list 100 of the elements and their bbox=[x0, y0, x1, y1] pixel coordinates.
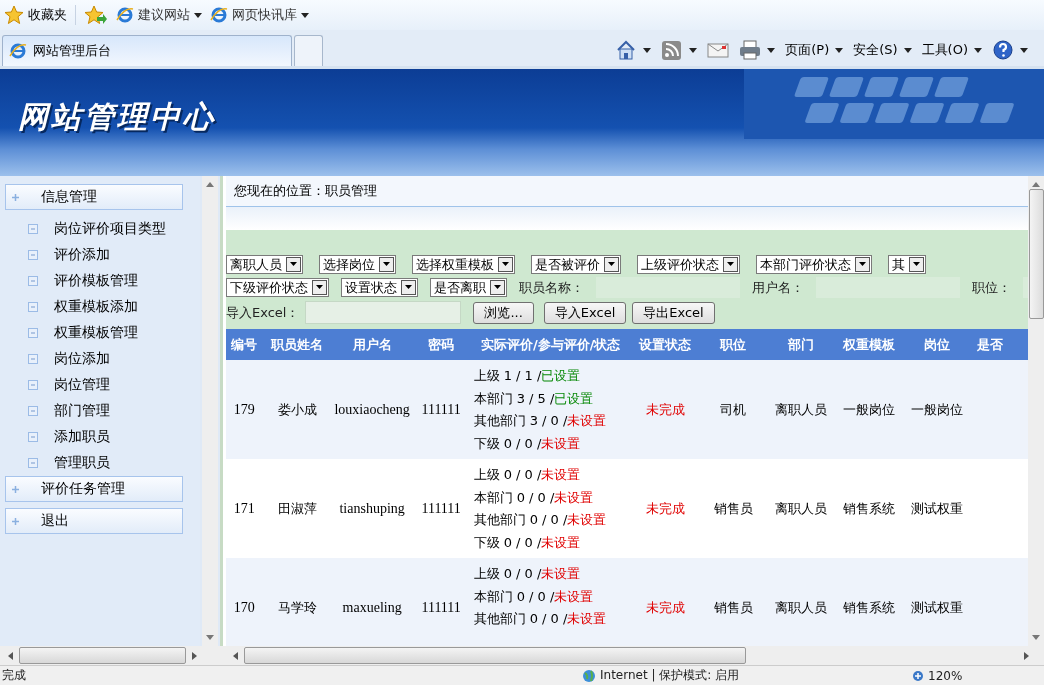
dropdown[interactable]: 选择权重模板 bbox=[412, 255, 515, 274]
caret-icon[interactable] bbox=[767, 47, 776, 53]
browser-icon bbox=[116, 6, 134, 24]
caret-icon bbox=[903, 47, 912, 53]
table-cell: 田淑萍 bbox=[262, 459, 332, 558]
dropdown[interactable]: 是否离职 bbox=[430, 278, 507, 297]
favorites-link[interactable]: 建议网站 bbox=[116, 6, 202, 24]
mail-icon[interactable] bbox=[707, 40, 730, 60]
sidebar-item[interactable]: 添加职员 bbox=[0, 424, 200, 450]
sidebar-item[interactable]: 权重模板添加 bbox=[0, 294, 200, 320]
evaluation-status: 未设置 bbox=[541, 566, 581, 581]
dropdown[interactable]: 选择岗位 bbox=[319, 255, 396, 274]
add-favorite-icon[interactable] bbox=[84, 5, 108, 25]
evaluation-status: 未设置 bbox=[567, 512, 607, 527]
caret-icon bbox=[604, 257, 619, 272]
status-text: 完成 bbox=[1, 667, 27, 684]
column-header: 岗位 bbox=[903, 329, 971, 360]
sidebar-item[interactable]: 权重模板管理 bbox=[0, 320, 200, 346]
sidebar-item[interactable]: 管理职员 bbox=[0, 450, 200, 476]
dropdown[interactable]: 设置状态 bbox=[341, 278, 418, 297]
sidebar-item[interactable]: 岗位管理 bbox=[0, 372, 200, 398]
new-tab-button[interactable] bbox=[294, 35, 323, 66]
minus-box-icon bbox=[28, 250, 38, 260]
dropdown[interactable]: 离职人员 bbox=[226, 255, 303, 274]
sidebar-group[interactable]: 评价任务管理 bbox=[5, 476, 183, 502]
sidebar-item[interactable]: 岗位评价项目类型 bbox=[0, 216, 200, 242]
evaluation-count: 上级 0 / 0 / bbox=[473, 566, 542, 581]
printer-icon[interactable] bbox=[739, 40, 762, 60]
column-header: 设置状态 bbox=[631, 329, 699, 360]
menu-button[interactable]: 安全(S) bbox=[853, 41, 912, 59]
sidebar-item[interactable]: 评价模板管理 bbox=[0, 268, 200, 294]
down-arrow-icon bbox=[1032, 635, 1040, 640]
button[interactable]: 导入Excel bbox=[543, 301, 627, 324]
evaluation-count: 本部门 0 / 0 / bbox=[473, 588, 555, 604]
table-cell: 娄小成 bbox=[262, 360, 332, 459]
favorites-button[interactable]: 收藏夹 bbox=[4, 5, 67, 25]
evaluation-count: 其他部门 0 / 0 / bbox=[473, 512, 568, 527]
table-cell: 测试权重 bbox=[903, 459, 971, 558]
zoom-button[interactable]: 120% bbox=[912, 668, 963, 683]
up-arrow-icon bbox=[206, 182, 214, 187]
sidebar-item[interactable]: 部门管理 bbox=[0, 398, 200, 424]
zoom-icon bbox=[912, 669, 924, 682]
evaluation-count: 其他部门 3 / 0 / bbox=[473, 413, 568, 428]
sidebar-item[interactable]: 岗位添加 bbox=[0, 346, 200, 372]
evaluation-status: 未设置 bbox=[567, 413, 607, 428]
sidebar-group[interactable]: 退出 bbox=[5, 508, 183, 534]
status-cell: 未完成 bbox=[631, 459, 699, 558]
button[interactable]: 导出Excel bbox=[632, 301, 715, 324]
evaluation-status: 未设置 bbox=[541, 534, 581, 550]
rss-icon[interactable] bbox=[661, 40, 684, 60]
plus-icon bbox=[12, 485, 19, 493]
dropdown[interactable]: 上级评价状态 bbox=[637, 255, 740, 274]
menu-button[interactable]: 工具(O) bbox=[921, 41, 982, 59]
evaluation-status: 未设置 bbox=[554, 588, 594, 604]
caret-icon bbox=[401, 280, 416, 295]
caret-icon bbox=[301, 12, 309, 18]
caret-icon bbox=[286, 257, 301, 272]
sidebar-item[interactable]: 评价添加 bbox=[0, 242, 200, 268]
left-arrow-icon bbox=[233, 651, 238, 660]
breadcrumb: 您现在的位置：职员管理 bbox=[226, 176, 1028, 207]
table-cell: 111111 bbox=[412, 558, 470, 646]
file-field[interactable] bbox=[305, 301, 462, 324]
table-cell: 171 bbox=[226, 459, 263, 558]
help-icon[interactable] bbox=[992, 40, 1014, 60]
caret-icon bbox=[194, 12, 202, 18]
right-arrow-icon bbox=[192, 651, 197, 660]
minus-box-icon bbox=[28, 354, 38, 364]
caret-icon[interactable] bbox=[643, 47, 652, 53]
table-cell: 销售系统 bbox=[834, 558, 904, 646]
evaluation-status: 已设置 bbox=[541, 368, 581, 383]
column-header: 部门 bbox=[767, 329, 835, 360]
browser-tab[interactable]: 网站管理后台 bbox=[2, 35, 292, 66]
field-label: 职员名称： bbox=[519, 278, 584, 297]
security-zone[interactable]: Internet | 保护模式: 启用 bbox=[582, 667, 912, 684]
scrollbar[interactable] bbox=[1028, 176, 1044, 646]
dropdown[interactable]: 其 bbox=[888, 255, 926, 274]
dropdown[interactable]: 是否被评价 bbox=[531, 255, 621, 274]
sidebar-group[interactable]: 信息管理 bbox=[5, 184, 183, 210]
dropdown[interactable]: 下级评价状态 bbox=[226, 278, 329, 297]
caret-icon[interactable] bbox=[1020, 47, 1028, 53]
scrollbar[interactable] bbox=[202, 176, 218, 646]
left-arrow-icon bbox=[8, 651, 13, 660]
evaluation-count: 上级 0 / 0 / bbox=[473, 467, 542, 482]
dropdown[interactable]: 本部门评价状态 bbox=[756, 255, 872, 274]
status-cell: 未完成 bbox=[631, 360, 699, 459]
table-cell: 销售员 bbox=[698, 459, 768, 558]
minus-box-icon bbox=[28, 458, 38, 468]
globe-icon bbox=[582, 668, 596, 683]
table-cell: 测试权重 bbox=[903, 558, 971, 646]
minus-box-icon bbox=[28, 276, 38, 286]
star-icon bbox=[4, 5, 24, 25]
up-arrow-icon bbox=[1032, 182, 1040, 187]
menu-button[interactable]: 页面(P) bbox=[785, 41, 844, 59]
status-cell: 未完成 bbox=[631, 558, 699, 646]
button[interactable]: 浏览... bbox=[473, 301, 534, 324]
table-cell: maxueling bbox=[331, 558, 413, 646]
down-arrow-icon bbox=[206, 635, 214, 640]
column-header: 是否 bbox=[970, 329, 1028, 360]
favorites-link[interactable]: 网页快讯库 bbox=[210, 6, 309, 24]
caret-icon[interactable] bbox=[689, 47, 698, 53]
